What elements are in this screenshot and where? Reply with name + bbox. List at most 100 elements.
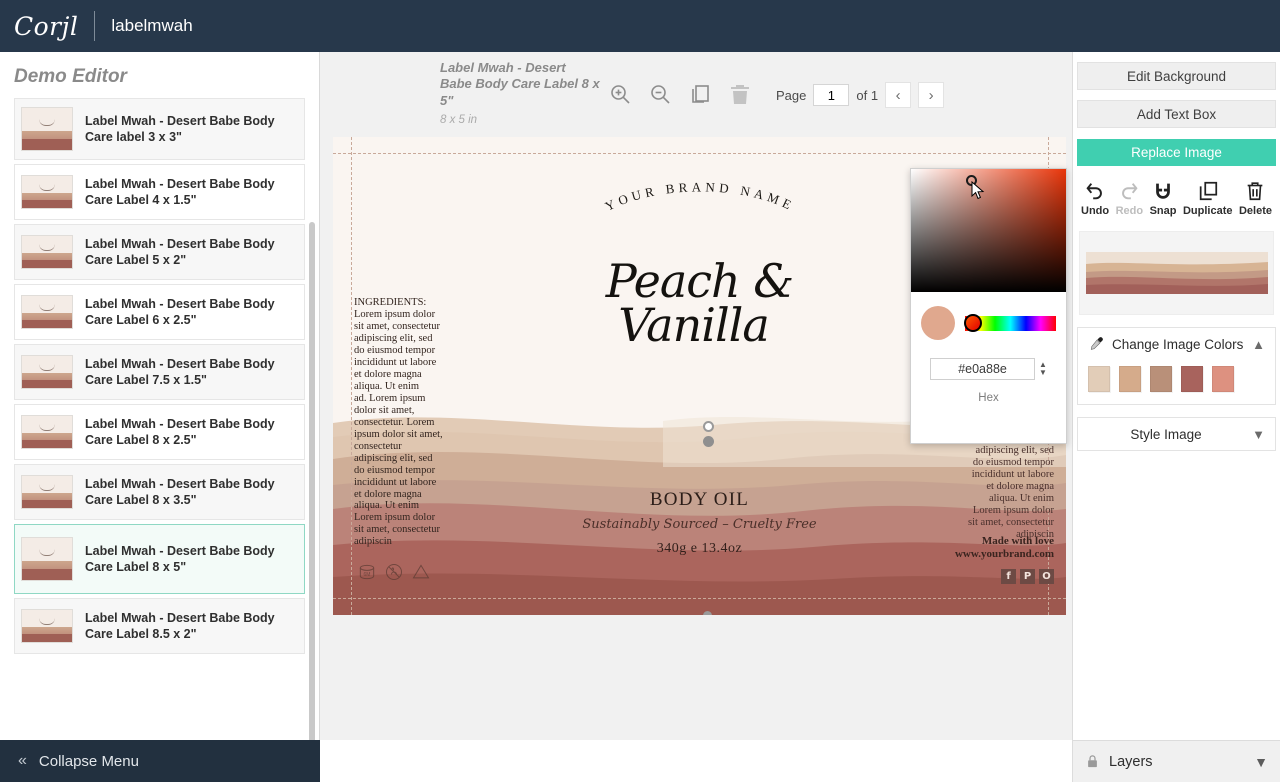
layers-bar[interactable]: Layers ▼ [1072, 740, 1280, 782]
product-type-text[interactable]: BODY OIL [333, 489, 1066, 511]
chevron-left-icon[interactable]: ‹ [885, 82, 912, 108]
saturation-value-area[interactable] [911, 169, 1066, 292]
instagram-icon: O [1039, 569, 1054, 584]
page-navigation: Page of 1 ‹ › [776, 82, 945, 108]
document-thumbnail [21, 175, 73, 209]
style-image-label: Style Image [1130, 426, 1202, 442]
undo-button[interactable]: Undo [1081, 180, 1109, 217]
redo-icon [1122, 183, 1138, 200]
svg-text:6M: 6M [364, 572, 371, 578]
collapse-menu-label: Collapse Menu [38, 752, 139, 770]
edit-background-button[interactable]: Edit Background [1077, 62, 1276, 90]
list-item[interactable]: Label Mwah - Desert Babe Body Care Label… [14, 598, 305, 654]
page-input[interactable] [813, 84, 850, 106]
image-preview-thumbnail [1085, 252, 1268, 294]
change-image-colors-section: Change Image Colors ▲ [1077, 327, 1276, 405]
list-item[interactable]: Label Mwah - Desert Babe Body Care Label… [14, 224, 305, 280]
canvas-dimensions: 8 x 5 in [440, 113, 478, 126]
image-color-swatch-2[interactable] [1119, 366, 1141, 392]
spinner-arrows-icon[interactable]: ▲ ▼ [1039, 361, 1047, 377]
add-text-box-button[interactable]: Add Text Box [1077, 100, 1276, 128]
canvas-title: Label Mwah - Desert Babe Body Care Label… [440, 60, 600, 108]
image-color-swatch-4[interactable] [1181, 366, 1203, 392]
list-item[interactable]: Label Mwah - Desert Babe Body Care Label… [14, 404, 305, 460]
current-color-swatch [921, 306, 955, 340]
page-total: of 1 [856, 87, 879, 103]
list-item-label: Label Mwah - Desert Babe Body Care Label… [85, 357, 275, 387]
document-thumbnail [21, 537, 73, 581]
list-item[interactable]: Label Mwah - Desert Babe Body Care Label… [14, 344, 305, 400]
magnet-icon [1156, 183, 1170, 199]
list-item-label: Label Mwah - Desert Babe Body Care label… [85, 114, 275, 144]
snap-button[interactable]: Snap [1149, 180, 1177, 217]
hue-slider[interactable] [964, 313, 1056, 332]
list-item-label: Label Mwah - Desert Babe Body Care Label… [85, 544, 275, 574]
list-item-label: Label Mwah - Desert Babe Body Care Label… [85, 477, 275, 507]
replace-image-button[interactable]: Replace Image [1077, 139, 1276, 166]
zoom-in-icon[interactable] [608, 82, 632, 106]
delete-button[interactable]: Delete [1239, 180, 1272, 217]
zoom-out-icon[interactable] [648, 82, 672, 106]
duplicate-icon [1199, 181, 1217, 201]
change-image-colors-header[interactable]: Change Image Colors ▲ [1078, 328, 1275, 360]
collapse-menu-button[interactable]: « Collapse Menu [0, 740, 320, 782]
chevron-up-icon[interactable]: ▲ [1252, 337, 1265, 352]
tagline-text[interactable]: Sustainably Sourced – Cruelty Free [333, 517, 1066, 532]
facebook-icon: f [1001, 569, 1016, 584]
period-after-opening-icon: 6M [359, 564, 375, 580]
right-panel: Edit Background Add Text Box Replace Ima… [1072, 52, 1280, 740]
hex-input[interactable] [930, 358, 1036, 380]
not-tested-on-animals-icon [386, 564, 402, 580]
chevron-down-icon[interactable]: ▼ [1252, 427, 1265, 442]
redo-label: Redo [1115, 205, 1144, 217]
chevron-down-icon[interactable]: ▼ [1254, 754, 1268, 770]
rotate-handle[interactable] [703, 421, 714, 432]
eco-icons: 6M [357, 562, 431, 582]
page-label: Page [776, 87, 807, 103]
sidebar-scrollbar[interactable] [309, 222, 315, 740]
social-icons: f P O [1001, 569, 1054, 584]
style-image-section: Style Image ▼ [1077, 417, 1276, 451]
svg-text:YOUR BRAND NAME: YOUR BRAND NAME [602, 179, 797, 213]
bottom-resize-handle[interactable] [703, 611, 712, 615]
lock-icon [1088, 755, 1097, 768]
style-image-header[interactable]: Style Image ▼ [1078, 418, 1275, 450]
change-image-colors-label: Change Image Colors [1112, 336, 1244, 352]
list-item[interactable]: Label Mwah - Desert Babe Body Care Label… [14, 284, 305, 340]
delete-label: Delete [1238, 205, 1272, 217]
bottom-strip [320, 740, 1072, 782]
trash-icon [1248, 182, 1263, 201]
list-item[interactable]: Label Mwah - Desert Babe Body Care label… [14, 98, 305, 160]
brand-arc-label: YOUR BRAND NAME [602, 179, 793, 213]
image-preview [1079, 231, 1274, 315]
logo-divider [94, 11, 96, 41]
chevron-right-icon[interactable]: › [918, 82, 945, 108]
list-item[interactable]: Label Mwah - Desert Babe Body Care Label… [14, 464, 305, 520]
undo-icon [1086, 183, 1102, 200]
image-color-swatch-3[interactable] [1150, 366, 1172, 392]
document-thumbnail [21, 609, 73, 643]
redo-button: Redo [1115, 180, 1144, 217]
document-thumbnail [21, 415, 73, 449]
list-item[interactable]: Label Mwah - Desert Babe Body Care Label… [14, 164, 305, 220]
snap-label: Snap [1149, 205, 1177, 217]
duplicate-button[interactable]: Duplicate [1183, 180, 1232, 217]
hue-slider-handle[interactable] [964, 313, 982, 332]
color-picker-popover[interactable]: ▲▼ Hex [910, 168, 1067, 444]
list-item-selected[interactable]: Label Mwah - Desert Babe Body Care Label… [14, 524, 305, 594]
top-resize-handle[interactable] [703, 436, 714, 447]
list-item-label: Label Mwah - Desert Babe Body Care Label… [85, 177, 275, 207]
list-item-label: Label Mwah - Desert Babe Body Care Label… [85, 237, 275, 267]
eyedropper-icon [1090, 337, 1103, 350]
sidebar: Demo Editor Label Mwah - Desert Babe Bod… [0, 52, 320, 740]
image-color-swatch-5[interactable] [1212, 366, 1234, 392]
top-bar: Corjl labelmwah [0, 0, 1280, 52]
layers-label: Layers [1109, 753, 1153, 770]
hex-label: Hex [978, 392, 999, 404]
image-color-swatch-1[interactable] [1088, 366, 1110, 392]
duplicate-icon[interactable] [688, 82, 712, 106]
net-weight-text[interactable]: 340g e 13.4oz [333, 541, 1066, 557]
document-list[interactable]: Label Mwah - Desert Babe Body Care label… [0, 98, 319, 710]
brand-logo[interactable]: Corjl labelmwah [0, 11, 193, 41]
image-color-swatches [1078, 360, 1275, 404]
